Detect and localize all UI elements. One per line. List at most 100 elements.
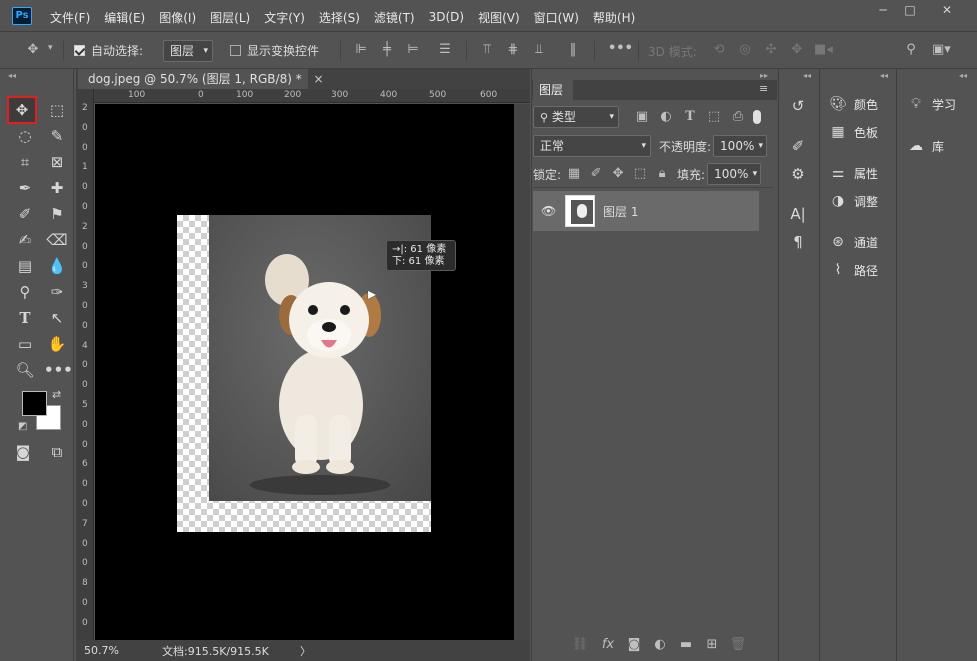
libraries-panel-button[interactable]: ☁ 库 bbox=[906, 135, 944, 157]
history-panel-icon[interactable]: ↺ bbox=[786, 95, 810, 117]
eyedropper-tool-icon[interactable]: ✒ bbox=[12, 176, 38, 200]
add-mask-icon[interactable]: ◙ bbox=[625, 637, 643, 653]
quick-mask-icon[interactable]: ◙ bbox=[10, 440, 36, 464]
lock-position-icon[interactable]: ✥ bbox=[609, 166, 627, 182]
foreground-color-swatch[interactable] bbox=[22, 391, 47, 416]
menu-layer[interactable]: 图层(L) bbox=[210, 9, 250, 26]
chevron-down-icon[interactable]: ▾ bbox=[48, 43, 53, 53]
lock-artboard-icon[interactable]: ⬚ bbox=[631, 166, 649, 182]
more-options-icon[interactable]: ••• bbox=[608, 41, 633, 57]
path-select-tool-icon[interactable]: ↖ bbox=[44, 306, 70, 330]
collapse-arrows-icon[interactable]: ◂◂ bbox=[803, 71, 811, 81]
minimize-button[interactable]: ─ bbox=[870, 3, 896, 19]
visibility-eye-icon[interactable]: 👁︎ bbox=[541, 204, 556, 218]
more-tools-icon[interactable]: ••• bbox=[44, 358, 73, 382]
brushes-panel-icon[interactable]: ✐ bbox=[786, 135, 810, 157]
vertical-scrollbar[interactable] bbox=[514, 104, 530, 640]
lock-all-icon[interactable]: 🔒︎ bbox=[653, 166, 671, 182]
align-left-icon[interactable]: ⊫ bbox=[352, 42, 370, 58]
move-tool-icon[interactable]: ✥ bbox=[24, 42, 42, 58]
collapse-arrows-icon[interactable]: ◂◂ bbox=[880, 71, 888, 81]
menu-image[interactable]: 图像(I) bbox=[159, 9, 196, 26]
filter-type-icon[interactable]: T bbox=[681, 109, 699, 125]
workspace-icon[interactable]: ▣▾ bbox=[932, 42, 951, 58]
hand-tool-icon[interactable]: ✋ bbox=[44, 332, 70, 356]
quick-select-tool-icon[interactable]: ✎ bbox=[44, 124, 70, 148]
menu-edit[interactable]: 编辑(E) bbox=[104, 9, 145, 26]
fill-input[interactable]: 100% ▾ bbox=[707, 163, 762, 185]
align-bottom-icon[interactable]: ⫫ bbox=[530, 42, 548, 58]
adjustments-panel-button[interactable]: ◑ 调整 bbox=[828, 190, 878, 212]
paragraph-panel-icon[interactable]: ¶ bbox=[786, 231, 810, 253]
layer-row[interactable]: 👁︎ 图层 1 bbox=[533, 191, 759, 231]
screen-mode-icon[interactable]: ⧉ bbox=[44, 440, 70, 464]
menu-filter[interactable]: 滤镜(T) bbox=[374, 9, 415, 26]
layer-style-icon[interactable]: fx bbox=[599, 637, 617, 653]
filter-smart-object-icon[interactable]: ⎙ bbox=[729, 109, 747, 125]
dodge-tool-icon[interactable]: ⚲ bbox=[12, 280, 38, 304]
swap-colors-icon[interactable]: ⇄ bbox=[52, 388, 61, 401]
lock-pixels-icon[interactable]: ✐ bbox=[587, 166, 605, 182]
menu-file[interactable]: 文件(F) bbox=[50, 9, 90, 26]
filter-type-dropdown[interactable]: ⚲ 类型 ▾ bbox=[533, 106, 619, 128]
move-tool-icon[interactable]: ✥ bbox=[7, 96, 37, 124]
close-tab-icon[interactable]: × bbox=[314, 72, 324, 86]
filter-pixel-icon[interactable]: ▣ bbox=[633, 109, 651, 125]
menu-view[interactable]: 视图(V) bbox=[478, 9, 520, 26]
layers-tab[interactable]: 图层 bbox=[533, 80, 573, 100]
menu-window[interactable]: 窗口(W) bbox=[534, 9, 579, 26]
gradient-tool-icon[interactable]: ▤ bbox=[12, 254, 38, 278]
healing-brush-tool-icon[interactable]: ✚ bbox=[44, 176, 70, 200]
auto-select-checkbox[interactable] bbox=[74, 45, 85, 56]
align-hcenter-icon[interactable]: ╪ bbox=[378, 42, 396, 58]
menu-type[interactable]: 文字(Y) bbox=[264, 9, 305, 26]
channels-panel-button[interactable]: ⊛ 通道 bbox=[828, 231, 878, 253]
type-tool-icon[interactable]: T bbox=[12, 306, 38, 330]
show-transform-checkbox[interactable] bbox=[230, 45, 241, 56]
zoom-tool-icon[interactable]: 🔍︎ bbox=[12, 358, 38, 382]
panel-menu-icon[interactable]: ≡ bbox=[759, 82, 768, 95]
distribute-icon[interactable]: ☰ bbox=[436, 42, 454, 58]
brush-settings-icon[interactable]: ⚙ bbox=[786, 163, 810, 185]
distribute-vertical-icon[interactable]: ‖ bbox=[564, 42, 582, 58]
filter-toggle[interactable] bbox=[753, 110, 761, 124]
learn-panel-button[interactable]: 💡︎ 学习 bbox=[906, 93, 956, 115]
opacity-input[interactable]: 100% ▾ bbox=[713, 135, 768, 157]
color-panel-button[interactable]: 🎨︎ 颜色 bbox=[828, 93, 878, 115]
delete-layer-icon[interactable]: 🗑︎ bbox=[729, 637, 747, 653]
properties-panel-button[interactable]: ⚌ 属性 bbox=[828, 162, 878, 184]
adjustment-layer-icon[interactable]: ◐ bbox=[651, 637, 669, 653]
collapse-arrows-icon[interactable]: ◂◂ bbox=[8, 71, 16, 81]
menu-select[interactable]: 选择(S) bbox=[319, 9, 360, 26]
default-colors-icon[interactable]: ◩ bbox=[18, 421, 27, 432]
history-brush-tool-icon[interactable]: ✍ bbox=[12, 228, 38, 252]
crop-tool-icon[interactable]: ⌗ bbox=[12, 150, 38, 174]
frame-tool-icon[interactable]: ⊠ bbox=[44, 150, 70, 174]
menu-help[interactable]: 帮助(H) bbox=[593, 9, 635, 26]
new-group-icon[interactable]: ▬ bbox=[677, 637, 695, 653]
blend-mode-dropdown[interactable]: 正常 ▾ bbox=[533, 135, 651, 157]
menu-3d[interactable]: 3D(D) bbox=[429, 10, 464, 24]
character-panel-icon[interactable]: A| bbox=[786, 203, 810, 225]
lasso-tool-icon[interactable]: ◌ bbox=[12, 124, 38, 148]
filter-adjustment-icon[interactable]: ◐ bbox=[657, 109, 675, 125]
zoom-level[interactable]: 50.7% bbox=[84, 644, 154, 657]
align-vcenter-icon[interactable]: ⋕ bbox=[504, 42, 522, 58]
lock-transparency-icon[interactable]: ▦ bbox=[565, 166, 583, 182]
eraser-tool-icon[interactable]: ⌫ bbox=[44, 228, 70, 252]
layer-name[interactable]: 图层 1 bbox=[603, 203, 638, 220]
restore-button[interactable]: □ bbox=[897, 3, 923, 19]
align-right-icon[interactable]: ⊨ bbox=[404, 42, 422, 58]
rectangle-tool-icon[interactable]: ▭ bbox=[12, 332, 38, 356]
pen-tool-icon[interactable]: ✑ bbox=[44, 280, 70, 304]
swatches-panel-button[interactable]: ▦ 色板 bbox=[828, 121, 878, 143]
auto-select-target-dropdown[interactable]: 图层 ▾ bbox=[163, 40, 213, 62]
search-icon[interactable]: ⚲ bbox=[902, 42, 920, 58]
filter-shape-icon[interactable]: ⬚ bbox=[705, 109, 723, 125]
link-layers-icon[interactable]: ⛓ bbox=[571, 637, 589, 653]
blur-tool-icon[interactable]: 💧 bbox=[44, 254, 70, 278]
status-menu-arrow[interactable]: 〉 bbox=[300, 643, 311, 659]
close-button[interactable]: ✕ bbox=[930, 3, 964, 19]
align-top-icon[interactable]: ⫪ bbox=[478, 42, 496, 58]
new-layer-icon[interactable]: ⊞ bbox=[703, 637, 721, 653]
